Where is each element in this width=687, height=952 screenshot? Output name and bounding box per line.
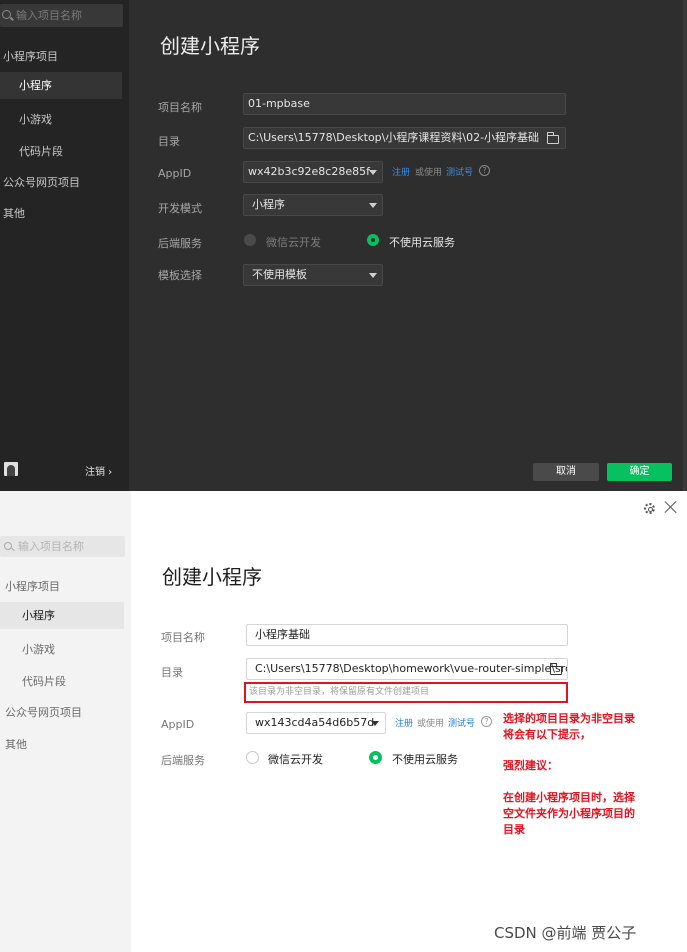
chevron-down-icon [371, 721, 379, 726]
sidebar-item-official-account-web[interactable]: 公众号网页项目 [5, 704, 82, 720]
template-label: 模板选择 [158, 269, 202, 282]
test-account-link[interactable]: 测试号 [448, 716, 475, 729]
gear-icon[interactable] [644, 503, 655, 514]
light-create-dialog: 输入项目名称 小程序项目 小程序 小游戏 代码片段 公众号网页项目 其他 创建小… [0, 491, 687, 952]
sidebar-item-other[interactable]: 其他 [5, 736, 27, 752]
annotation-line-1: 选择的项目目录为非空目录 [503, 712, 635, 725]
dark-search-input[interactable]: 输入项目名称 [0, 4, 123, 27]
project-name-input[interactable]: 01-mpbase [243, 93, 566, 115]
sidebar-item-minigame[interactable]: 小游戏 [19, 111, 52, 127]
directory-label: 目录 [161, 666, 183, 679]
folder-icon[interactable] [547, 132, 559, 144]
folder-icon[interactable] [550, 663, 562, 675]
help-icon[interactable]: ? [481, 716, 492, 727]
cloud-dev-label[interactable]: 微信云开发 [266, 234, 321, 250]
test-account-link[interactable]: 测试号 [446, 165, 473, 178]
user-avatar-icon[interactable] [4, 462, 18, 476]
logout-link[interactable]: 注销 › [85, 463, 112, 478]
backend-service-label: 后端服务 [161, 754, 205, 767]
directory-value: C:\Users\15778\Desktop\小程序课程资料\02-小程序基础 [248, 131, 540, 144]
directory-input[interactable]: C:\Users\15778\Desktop\小程序课程资料\02-小程序基础 [243, 127, 566, 149]
dark-create-dialog: 输入项目名称 小程序项目 小程序 小游戏 代码片段 公众号网页项目 其他 注销 … [0, 0, 687, 491]
page-title: 创建小程序 [160, 34, 260, 58]
chevron-down-icon [369, 273, 377, 278]
backend-service-label: 后端服务 [158, 237, 202, 250]
dev-mode-select[interactable]: 小程序 [243, 194, 383, 216]
confirm-button[interactable]: 确定 [607, 463, 672, 481]
register-link[interactable]: 注册 [392, 165, 410, 178]
dark-window-edge [683, 0, 687, 491]
annotation-line-6: 目录 [503, 823, 525, 836]
cloud-dev-radio[interactable] [244, 234, 256, 246]
close-icon[interactable] [664, 500, 678, 514]
dark-search-placeholder: 输入项目名称 [16, 9, 82, 22]
dev-mode-label: 开发模式 [158, 202, 202, 215]
directory-label: 目录 [158, 135, 180, 148]
sidebar-item-official-account-web[interactable]: 公众号网页项目 [3, 174, 80, 190]
search-icon [2, 10, 11, 19]
sidebar-item-miniprogram-projects[interactable]: 小程序项目 [5, 578, 60, 594]
or-use-text: 或使用 [417, 719, 445, 729]
search-icon [4, 542, 12, 550]
light-sidebar: 输入项目名称 小程序项目 小程序 小游戏 代码片段 公众号网页项目 其他 [0, 491, 131, 952]
sidebar-item-miniprogram[interactable]: 小程序 [0, 72, 122, 99]
chevron-down-icon [369, 203, 377, 208]
page-title: 创建小程序 [162, 565, 262, 589]
light-search-input[interactable]: 输入项目名称 [0, 536, 125, 557]
appid-value: wx143cd4a54d6b57d [255, 716, 375, 729]
annotation-line-2: 将会有以下提示， [503, 728, 591, 741]
directory-warning-highlight: 该目录为非空目录，将保留原有文件创建项目 [244, 682, 568, 703]
project-name-label: 项目名称 [158, 101, 202, 114]
dark-sidebar: 输入项目名称 小程序项目 小程序 小游戏 代码片段 公众号网页项目 其他 注销 … [0, 0, 129, 491]
directory-input[interactable]: C:\Users\15778\Desktop\homework\vue-rout… [246, 658, 568, 680]
sidebar-item-other[interactable]: 其他 [3, 205, 25, 221]
directory-value: C:\Users\15778\Desktop\homework\vue-rout… [255, 662, 568, 675]
appid-select[interactable]: wx143cd4a54d6b57d [246, 712, 386, 734]
appid-label: AppID [161, 718, 195, 731]
no-cloud-label[interactable]: 不使用云服务 [389, 234, 455, 250]
no-cloud-radio[interactable] [369, 751, 382, 764]
appid-label: AppID [158, 167, 192, 180]
cloud-dev-label[interactable]: 微信云开发 [268, 751, 323, 767]
chevron-down-icon [369, 170, 377, 175]
project-name-label: 项目名称 [161, 631, 205, 644]
no-cloud-label[interactable]: 不使用云服务 [392, 751, 458, 767]
no-cloud-radio[interactable] [367, 234, 379, 246]
appid-select[interactable]: wx42b3c92e8c28e85f [243, 161, 383, 183]
annotation-line-4: 在创建小程序项目时，选择 [503, 791, 635, 804]
cloud-dev-radio[interactable] [246, 751, 259, 764]
csdn-watermark: CSDN @前端 贾公子 [494, 924, 637, 942]
sidebar-item-miniprogram-projects[interactable]: 小程序项目 [3, 48, 58, 64]
template-select[interactable]: 不使用模板 [243, 264, 383, 286]
annotation-line-3: 强烈建议： [503, 759, 558, 772]
sidebar-item-code-snippet[interactable]: 代码片段 [19, 143, 63, 159]
sidebar-item-minigame[interactable]: 小游戏 [22, 641, 55, 657]
appid-value: wx42b3c92e8c28e85f [248, 165, 370, 178]
directory-warning-text: 该目录为非空目录，将保留原有文件创建项目 [249, 687, 430, 697]
register-link[interactable]: 注册 [395, 716, 413, 729]
annotation-line-5: 空文件夹作为小程序项目的 [503, 807, 635, 820]
help-icon[interactable]: ? [479, 165, 490, 176]
light-search-placeholder: 输入项目名称 [18, 540, 84, 553]
sidebar-item-code-snippet[interactable]: 代码片段 [22, 673, 66, 689]
project-name-input[interactable]: 小程序基础 [246, 624, 568, 646]
or-use-text: 或使用 [415, 168, 443, 178]
sidebar-item-miniprogram[interactable]: 小程序 [0, 602, 124, 629]
screenshot-root: 输入项目名称 小程序项目 小程序 小游戏 代码片段 公众号网页项目 其他 注销 … [0, 0, 687, 952]
cancel-button[interactable]: 取消 [533, 463, 599, 481]
